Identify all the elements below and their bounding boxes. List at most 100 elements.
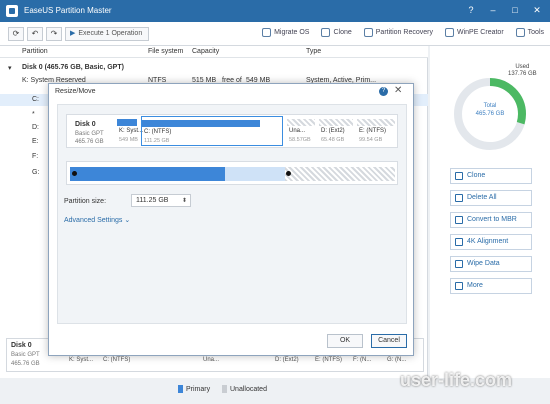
- left-drag-handle[interactable]: [72, 171, 77, 176]
- disk-size: 465.76 GB: [75, 139, 104, 145]
- help-icon[interactable]: ?: [462, 3, 480, 18]
- disk-name: Disk 0: [11, 342, 32, 349]
- disk-segment-label[interactable]: G: (N...: [387, 357, 406, 363]
- ok-button[interactable]: OK: [327, 334, 363, 348]
- clone-icon: [321, 28, 331, 37]
- disk-segment[interactable]: Una... 58.57GB: [287, 116, 317, 146]
- partition-name: C:: [32, 96, 39, 103]
- more-icon: [455, 282, 463, 290]
- close-window-icon[interactable]: ✕: [528, 3, 546, 18]
- close-icon[interactable]: ✕: [394, 85, 402, 96]
- segment-size: 549 MB: [119, 137, 138, 143]
- segment-label: C: (NTFS): [144, 129, 172, 135]
- tools-button[interactable]: Tools: [515, 28, 544, 37]
- disk-header-row[interactable]: ▾ Disk 0 (465.76 GB, Basic, GPT): [0, 62, 428, 74]
- segment-bar: [357, 119, 395, 126]
- resize-move-dialog: Resize/Move ? ✕ Disk 0 Basic GPT 465.76 …: [48, 83, 414, 356]
- migrate-os-button[interactable]: Migrate OS: [262, 28, 309, 37]
- action-label: More: [467, 282, 483, 289]
- refresh-button[interactable]: ⟳: [8, 27, 24, 41]
- advanced-settings-link[interactable]: Advanced Settings ⌄: [64, 216, 130, 224]
- disk-segment-selected[interactable]: C: (NTFS) 111.25 GB: [141, 116, 283, 146]
- col-capacity[interactable]: Capacity: [192, 48, 219, 55]
- disk-segment-label[interactable]: Una...: [203, 357, 219, 363]
- segment-size: 99.54 GB: [359, 137, 383, 143]
- disk-segment-label[interactable]: E: (NTFS): [315, 357, 342, 363]
- watermark-text: user-life.com: [400, 370, 513, 390]
- segment-label: E: (NTFS): [359, 128, 386, 134]
- minimize-icon[interactable]: –: [484, 3, 502, 18]
- disk-name: Disk 0: [75, 121, 96, 128]
- app-logo-icon: [6, 5, 18, 17]
- tools-icon: [515, 28, 525, 37]
- app-title: EaseUS Partition Master: [24, 6, 112, 15]
- execute-button[interactable]: ▶ Execute 1 Operation: [65, 27, 150, 41]
- convert-to-mbr-button[interactable]: Convert to MBR: [450, 212, 532, 228]
- disk-segment[interactable]: K: Syst... 549 MB: [117, 116, 143, 146]
- disk-segment-label[interactable]: C: (NTFS): [103, 357, 130, 363]
- maximize-icon[interactable]: □: [506, 3, 524, 18]
- partition-recovery-label: Partition Recovery: [375, 29, 433, 36]
- slider-unallocated-region: [285, 167, 395, 181]
- window-controls: ? – □ ✕: [462, 3, 546, 18]
- partition-recovery-button[interactable]: Partition Recovery: [363, 28, 433, 37]
- winpe-creator-button[interactable]: WinPE Creator: [444, 28, 504, 37]
- play-icon: ▶: [70, 30, 76, 37]
- disk-segment[interactable]: D: (Ext2) 65.48 GB: [319, 116, 355, 146]
- wipe-data-button[interactable]: Wipe Data: [450, 256, 532, 272]
- disk-segment-label[interactable]: D: (Ext2): [275, 357, 299, 363]
- unallocated-swatch: [222, 385, 227, 393]
- partition-name: D:: [32, 124, 39, 131]
- segment-size: 58.57GB: [289, 137, 311, 143]
- clone-button[interactable]: Clone: [321, 28, 352, 37]
- action-label: 4K Alignment: [467, 238, 509, 245]
- clone-action-button[interactable]: Clone: [450, 168, 532, 184]
- cancel-button[interactable]: Cancel: [371, 334, 407, 348]
- disk-segment-label[interactable]: K: Syst...: [69, 357, 93, 363]
- partition-name: *: [32, 111, 35, 118]
- title-bar: EaseUS Partition Master ? – □ ✕: [0, 0, 550, 22]
- disk-segment[interactable]: E: (NTFS) 99.54 GB: [357, 116, 397, 146]
- disk-usage-donut: Total 465.76 GB: [450, 74, 530, 154]
- help-icon[interactable]: ?: [379, 87, 388, 96]
- clone-label: Clone: [333, 29, 352, 36]
- used-label: Used: [515, 64, 530, 70]
- disk-size: 465.76 GB: [11, 361, 40, 367]
- convert-icon: [455, 216, 463, 224]
- alignment-icon: [455, 238, 463, 246]
- col-partition[interactable]: Partition: [22, 48, 48, 55]
- right-panel: Used 137.76 GB Total 465.76 GB Clone Del…: [430, 46, 550, 378]
- redo-button[interactable]: ↷: [46, 27, 62, 41]
- legend-primary-label: Primary: [186, 385, 211, 393]
- winpe-creator-label: WinPE Creator: [456, 29, 504, 36]
- disk-segment-label[interactable]: F: (N...: [353, 357, 371, 363]
- delete-icon: [455, 194, 463, 202]
- spin-arrows-icon[interactable]: ⬍: [182, 196, 187, 207]
- partition-size-stepper[interactable]: 111.25 GB ⬍: [131, 194, 191, 207]
- col-filesystem[interactable]: File system: [148, 48, 183, 55]
- segment-bar: [117, 119, 137, 126]
- segment-size: 65.48 GB: [321, 137, 345, 143]
- legend-primary: Primary: [178, 385, 210, 393]
- execute-label: Execute 1 Operation: [78, 30, 143, 37]
- segment-bar: [319, 119, 353, 126]
- dialog-body: Disk 0 Basic GPT 465.76 GB K: Syst... 54…: [57, 104, 407, 324]
- undo-button[interactable]: ↶: [27, 27, 43, 41]
- 4k-alignment-button[interactable]: 4K Alignment: [450, 234, 532, 250]
- slider-free-region: [225, 167, 285, 181]
- disk-type: Basic GPT: [75, 131, 104, 137]
- migrate-os-label: Migrate OS: [274, 29, 310, 36]
- primary-swatch: [178, 385, 183, 393]
- clone-icon: [455, 172, 463, 180]
- slider-used-region: [70, 167, 225, 181]
- more-button[interactable]: More: [450, 278, 532, 294]
- segment-bar: [287, 119, 315, 126]
- delete-all-button[interactable]: Delete All: [450, 190, 532, 206]
- partition-size-value: 111.25 GB: [136, 197, 169, 204]
- partition-name: F:: [32, 153, 39, 160]
- toolbar: ⟳ ↶ ↷ ▶ Execute 1 Operation Migrate OS Cl…: [0, 22, 550, 46]
- col-type[interactable]: Type: [306, 48, 321, 55]
- right-drag-handle[interactable]: [286, 171, 291, 176]
- legend-unallocated-label: Unallocated: [230, 385, 267, 393]
- resize-slider[interactable]: [66, 161, 398, 185]
